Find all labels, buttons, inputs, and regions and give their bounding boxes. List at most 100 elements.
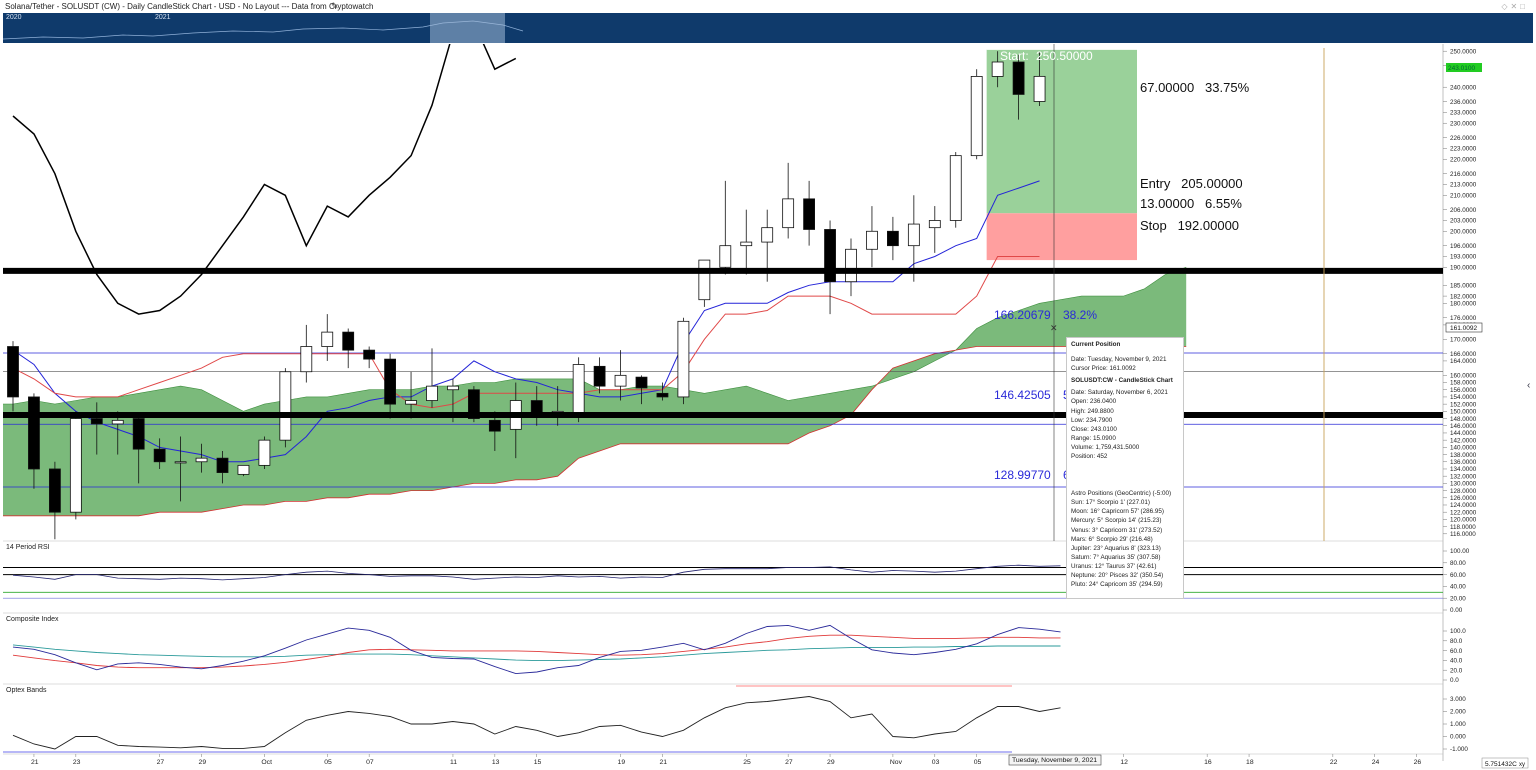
candle-body[interactable]: [237, 464, 250, 475]
tooltip-astro-line: Uranus: 12° Taurus 37' (42.61): [1071, 562, 1157, 570]
price-tick-label: 206.0000: [1450, 207, 1477, 214]
main-plot: Start: 250.50000 67.00000 33.75% Entry 2…: [3, 44, 1443, 541]
candle-body[interactable]: [740, 241, 753, 247]
candle-body[interactable]: [761, 227, 774, 243]
candle-body[interactable]: [300, 346, 313, 373]
corner-value: 5.751432C: [1485, 761, 1517, 768]
tooltip-date: Date: Tuesday, November 9, 2021: [1071, 356, 1167, 364]
optex-tick-label: 0.000: [1450, 734, 1466, 741]
fib-382-value: 166.20679: [994, 308, 1051, 322]
candle-body[interactable]: [635, 376, 648, 389]
candle-body[interactable]: [1033, 75, 1046, 102]
candle-body[interactable]: [488, 419, 501, 432]
composite-tick-label: 80.0: [1450, 638, 1463, 645]
tooltip-astro-line: Mars: 6° Scorpio 29' (216.48): [1071, 535, 1153, 543]
candle-body[interactable]: [342, 331, 355, 351]
candle-body[interactable]: [405, 400, 417, 405]
candle-body[interactable]: [132, 418, 145, 450]
tooltip-line: Low: 234.7900: [1071, 416, 1113, 424]
price-tick-label: 154.0000: [1450, 394, 1477, 401]
price-tick-label: 236.0000: [1450, 99, 1477, 106]
rsi-tick-label: 80.00: [1450, 560, 1466, 567]
candle-body[interactable]: [7, 346, 19, 398]
price-tick-label: 120.0000: [1450, 517, 1477, 524]
price-tick-label: 118.0000: [1450, 524, 1476, 531]
candle-body[interactable]: [1012, 61, 1025, 95]
candle-body[interactable]: [970, 76, 983, 157]
xy-toggle-button[interactable]: xy: [1519, 762, 1525, 768]
x-tick-label: 18: [1246, 759, 1254, 766]
candle-body[interactable]: [991, 61, 1004, 77]
tooltip-section-title: SOLUSDT:CW - CandleStick Chart: [1071, 377, 1173, 385]
tooltip-line: Date: Saturday, November 6, 2021: [1071, 389, 1168, 397]
price-tick-label: 176.0000: [1450, 315, 1477, 322]
x-tick-label: 05: [324, 759, 332, 766]
price-tick-label: 240.0000: [1450, 84, 1477, 91]
collapse-arrow-icon[interactable]: ‹: [1527, 380, 1530, 391]
price-tick-label: 226.0000: [1450, 135, 1477, 142]
x-tick-label: 13: [492, 759, 500, 766]
candle-body[interactable]: [28, 396, 40, 470]
cursor-date-value: Tuesday, November 9, 2021: [1012, 757, 1097, 764]
candle-body[interactable]: [69, 418, 82, 513]
candle-body[interactable]: [866, 230, 878, 250]
rsi-tick-label: 40.00: [1450, 584, 1466, 591]
candle-body[interactable]: [447, 385, 459, 391]
candle-body[interactable]: [719, 245, 732, 268]
candle-body[interactable]: [656, 392, 669, 398]
position-start-label: Start:: [1000, 49, 1029, 63]
cursor-price-value: 161.0092: [1450, 325, 1477, 332]
candle-body[interactable]: [803, 198, 815, 230]
candle-body[interactable]: [90, 418, 103, 425]
candle-body[interactable]: [153, 448, 166, 463]
candle-body[interactable]: [111, 419, 124, 425]
optex-pane-title: Optex Bands: [6, 687, 47, 694]
price-tick-label: 124.0000: [1450, 502, 1477, 509]
position-profit-zone[interactable]: [986, 49, 1137, 214]
candle-body[interactable]: [907, 223, 920, 247]
candle-body[interactable]: [887, 230, 899, 247]
candle-body[interactable]: [384, 358, 397, 405]
optex-tick-label: -1.000: [1450, 746, 1468, 753]
price-tick-label: 164.0000: [1450, 358, 1477, 365]
price-tick-label: 144.0000: [1450, 430, 1477, 437]
candle-body[interactable]: [216, 457, 229, 473]
candle-body[interactable]: [928, 220, 941, 229]
tooltip-astro-line: Venus: 3° Capricorn 31' (273.52): [1071, 526, 1163, 534]
candle-body[interactable]: [321, 331, 334, 347]
price-tick-label: 190.0000: [1450, 264, 1477, 271]
position-stop-text: Stop 192.00000: [1140, 218, 1239, 233]
x-tick-label: 27: [785, 759, 793, 766]
price-chart[interactable]: Start: 250.50000 67.00000 33.75% Entry 2…: [0, 0, 1536, 770]
candle-body[interactable]: [698, 259, 711, 301]
position-loss-zone[interactable]: [986, 213, 1137, 261]
price-tick-label: 250.0000: [1450, 48, 1477, 55]
candle-body[interactable]: [782, 198, 795, 229]
candle-body[interactable]: [845, 248, 857, 283]
candle-body[interactable]: [49, 468, 61, 513]
candle-body[interactable]: [174, 461, 187, 464]
tooltip-cursor-price: Cursor Price: 161.0092: [1071, 365, 1136, 373]
tooltip-line: Position: 452: [1071, 453, 1108, 461]
rsi-tick-label: 60.00: [1450, 572, 1466, 579]
candle-body[interactable]: [949, 155, 962, 221]
price-tick-label: 136.0000: [1450, 459, 1477, 466]
optex-pane: [3, 696, 1061, 753]
price-tick-label: 233.0000: [1450, 110, 1477, 117]
x-tick-label: 25: [743, 759, 751, 766]
candle-body[interactable]: [258, 439, 271, 466]
candle-body[interactable]: [677, 320, 690, 398]
candle-body[interactable]: [572, 364, 585, 416]
candle-body[interactable]: [614, 374, 627, 387]
composite-pane-title: Composite Index: [6, 616, 59, 623]
composite-tick-label: 100.0: [1450, 628, 1466, 635]
tooltip-line: Range: 15.0900: [1071, 434, 1116, 442]
tooltip-astro-line: Mercury: 5° Scorpio 14' (215.23): [1071, 517, 1162, 525]
candle-body[interactable]: [593, 365, 606, 387]
candle-body[interactable]: [279, 371, 292, 441]
rsi-tick-label: 0.00: [1450, 607, 1463, 614]
candle-body[interactable]: [195, 457, 208, 463]
candle-body[interactable]: [363, 349, 376, 360]
price-tick-label: 122.0000: [1450, 509, 1477, 516]
candle-body[interactable]: [426, 385, 438, 401]
